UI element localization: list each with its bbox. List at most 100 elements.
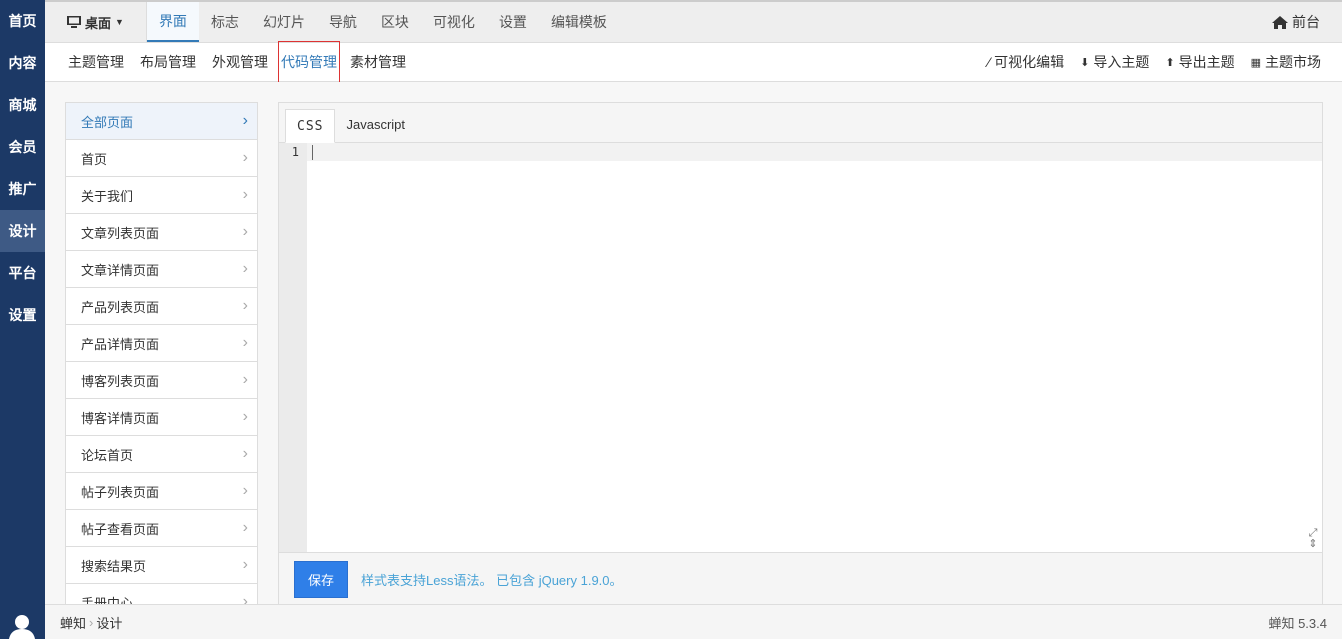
chevron-right-icon: ›: [242, 445, 248, 462]
nav-content[interactable]: 内容: [0, 42, 45, 84]
tab-visual[interactable]: 可视化: [421, 2, 487, 42]
page-list-item[interactable]: 博客列表页面 ›: [66, 362, 257, 399]
nav-shop[interactable]: 商城: [0, 84, 45, 126]
chevron-right-icon: ›: [242, 556, 248, 573]
chevron-right-icon: ›: [242, 112, 248, 129]
tab-css[interactable]: CSS: [285, 109, 336, 143]
chevron-right-icon: ›: [242, 408, 248, 425]
page-list-label: 文章列表页面: [81, 225, 160, 241]
chevron-right-icon: ›: [242, 482, 248, 499]
grid-icon: ▦: [1250, 56, 1261, 69]
line-numbers: 1: [279, 143, 307, 552]
page-list-label: 关于我们: [81, 188, 134, 204]
page-list-label: 首页: [81, 151, 108, 167]
desktop-icon: [67, 16, 81, 28]
export-theme-link[interactable]: ⬆ 导出主题: [1165, 52, 1234, 72]
left-nav: 首页 内容 商城 会员 推广 设计 平台 设置: [0, 0, 45, 639]
chevron-right-icon: ›: [242, 260, 248, 277]
tab-navigation[interactable]: 导航: [317, 2, 369, 42]
frontend-link[interactable]: 前台: [1272, 12, 1342, 32]
page-list-item[interactable]: 博客详情页面 ›: [66, 399, 257, 436]
nav-settings[interactable]: 设置: [0, 294, 45, 336]
page-list-item[interactable]: 产品列表页面 ›: [66, 288, 257, 325]
chevron-right-icon: ›: [242, 519, 248, 536]
version-label: 蝉知 5.3.4: [1268, 615, 1327, 631]
bottom-bar: 蝉知 › 设计 蝉知 5.3.4: [45, 604, 1342, 639]
tab-settings[interactable]: 设置: [487, 2, 539, 42]
home-icon: [1272, 15, 1288, 29]
page-list-label: 产品详情页面: [81, 336, 160, 352]
page-list-item[interactable]: 关于我们 ›: [66, 177, 257, 214]
chevron-right-icon: ›: [242, 593, 248, 604]
frontend-label: 前台: [1292, 14, 1320, 30]
page-list-item[interactable]: 全部页面 ›: [66, 103, 257, 140]
visual-edit-label: 可视化编辑: [994, 54, 1065, 70]
device-label: 桌面: [85, 15, 112, 31]
nav-design[interactable]: 设计: [0, 210, 45, 252]
main-area: 全部页面 › 首页 › 关于我们 › 文章列表页面 › 文章详情页面 › 产品列表页面 › 产品详情页面…: [45, 82, 1342, 604]
page-list-label: 帖子列表页面: [81, 484, 160, 500]
page-list-label: 手册中心: [81, 595, 134, 605]
resize-handle-icon[interactable]: ⤢ ⇕: [1306, 528, 1320, 550]
subtab-assets[interactable]: 素材管理: [344, 46, 412, 78]
chevron-right-icon: ›: [242, 223, 248, 240]
editor-hint: 样式表支持Less语法。 已包含 jQuery 1.9.0。: [361, 572, 623, 588]
page-list-label: 博客列表页面: [81, 373, 160, 389]
caret-down-icon: ▼: [115, 17, 124, 27]
page-list-item[interactable]: 搜索结果页 ›: [66, 547, 257, 584]
page-list-item[interactable]: 手册中心 ›: [66, 584, 257, 604]
line-number: 1: [291, 145, 299, 159]
chevron-right-icon: ›: [242, 149, 248, 166]
save-button[interactable]: 保存: [294, 560, 349, 598]
magic-wand-icon: ⁄: [987, 54, 991, 70]
visual-edit-link[interactable]: ⁄ 可视化编辑: [988, 52, 1064, 72]
theme-market-link[interactable]: ▦ 主题市场: [1251, 52, 1321, 72]
top-bar: 桌面 ▼ 界面 标志 幻灯片 导航 区块 可视化 设置 编辑模板 前台: [45, 0, 1342, 43]
page-list-item[interactable]: 帖子列表页面 ›: [66, 473, 257, 510]
code-editor-panel: CSS Javascript 1 ⤢ ⇕ 保存 样式表支持Less语法。 已包含 …: [278, 102, 1323, 604]
nav-platform[interactable]: 平台: [0, 252, 45, 294]
chevron-right-icon: ›: [242, 297, 248, 314]
nav-home[interactable]: 首页: [0, 0, 45, 42]
page-list-label: 博客详情页面: [81, 410, 160, 426]
device-dropdown[interactable]: 桌面 ▼: [45, 2, 147, 42]
tab-logo[interactable]: 标志: [199, 2, 251, 42]
tab-javascript[interactable]: Javascript: [335, 108, 416, 142]
page-list-item[interactable]: 文章详情页面 ›: [66, 251, 257, 288]
chevron-right-icon: ›: [242, 371, 248, 388]
page-list-label: 文章详情页面: [81, 262, 160, 278]
tab-edit-template[interactable]: 编辑模板: [539, 2, 619, 42]
subtab-layout[interactable]: 布局管理: [134, 46, 202, 78]
subtab-code[interactable]: 代码管理: [278, 41, 340, 83]
subtab-theme[interactable]: 主题管理: [62, 46, 130, 78]
user-avatar-icon[interactable]: [8, 613, 36, 639]
page-list-item[interactable]: 首页 ›: [66, 140, 257, 177]
theme-market-label: 主题市场: [1265, 54, 1321, 70]
page-list-label: 产品列表页面: [81, 299, 160, 315]
tab-slides[interactable]: 幻灯片: [251, 2, 317, 42]
export-theme-label: 导出主题: [1178, 54, 1235, 70]
page-list-label: 帖子查看页面: [81, 521, 160, 537]
breadcrumb-root[interactable]: 蝉知: [60, 613, 86, 632]
page-list-label: 搜索结果页: [81, 558, 147, 574]
upload-icon: ⬆: [1165, 56, 1175, 69]
code-input[interactable]: 1 ⤢ ⇕: [279, 143, 1322, 552]
import-theme-link[interactable]: ⬇ 导入主题: [1080, 52, 1149, 72]
tab-interface[interactable]: 界面: [146, 2, 199, 42]
sub-nav: 主题管理 布局管理 外观管理 代码管理 素材管理 ⁄ 可视化编辑 ⬇ 导入主题 ⬆ 导…: [45, 41, 1342, 83]
breadcrumb-separator-icon: ›: [89, 614, 94, 630]
tab-blocks[interactable]: 区块: [369, 2, 421, 42]
page-list-item[interactable]: 帖子查看页面 ›: [66, 510, 257, 547]
page-list-item[interactable]: 产品详情页面 ›: [66, 325, 257, 362]
import-theme-label: 导入主题: [1093, 54, 1150, 70]
page-list-label: 论坛首页: [81, 447, 134, 463]
page-list-item[interactable]: 论坛首页 ›: [66, 436, 257, 473]
nav-promotion[interactable]: 推广: [0, 168, 45, 210]
chevron-right-icon: ›: [242, 186, 248, 203]
page-list: 全部页面 › 首页 › 关于我们 › 文章列表页面 › 文章详情页面 › 产品列表页面 › 产品详情页面…: [65, 102, 258, 604]
breadcrumb-current: 设计: [96, 615, 123, 631]
nav-members[interactable]: 会员: [0, 126, 45, 168]
subtab-appearance[interactable]: 外观管理: [206, 46, 274, 78]
page-list-item[interactable]: 文章列表页面 ›: [66, 214, 257, 251]
download-icon: ⬇: [1080, 56, 1090, 69]
